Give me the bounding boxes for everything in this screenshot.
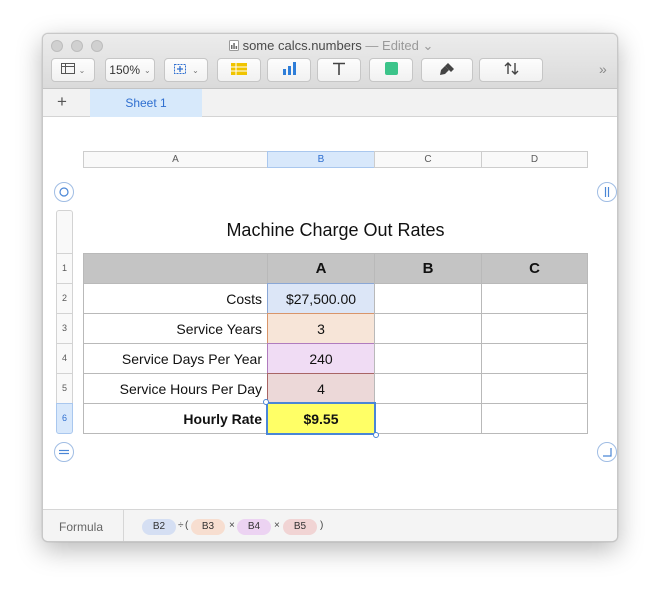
shape-icon <box>384 62 398 78</box>
insert-button[interactable]: ⌄ <box>164 58 208 82</box>
zoom-value: 150% <box>109 63 140 77</box>
label-cell-hourly-rate[interactable]: Hourly Rate <box>83 403 268 434</box>
empty-cell[interactable] <box>374 283 482 314</box>
value-cell-costs[interactable]: $27,500.00 <box>267 283 375 314</box>
formula-paren-open: ( <box>185 520 189 531</box>
shape-button[interactable] <box>369 58 413 82</box>
chart-icon <box>282 62 297 78</box>
chevron-down-icon: ⌄ <box>192 65 199 75</box>
empty-cell[interactable] <box>374 403 482 434</box>
selected-cell-hourly-rate[interactable]: $9.55 <box>266 402 376 435</box>
view-button[interactable]: ⌄ <box>51 58 95 82</box>
row-header-1[interactable]: 1 <box>56 253 73 284</box>
document-name: some calcs.numbers <box>242 38 362 53</box>
formula-divider <box>123 510 124 541</box>
zoom-select[interactable]: 150% ⌄ <box>105 58 155 82</box>
column-header-b[interactable]: B <box>267 151 375 168</box>
label-cell-service-years[interactable]: Service Years <box>83 313 268 344</box>
empty-cell[interactable] <box>374 343 482 374</box>
empty-cell[interactable] <box>374 373 482 404</box>
empty-cell[interactable] <box>481 313 588 344</box>
table-select-handle[interactable] <box>54 182 74 202</box>
sort-button[interactable] <box>479 58 543 82</box>
format-button[interactable] <box>421 58 473 82</box>
paintbrush-icon <box>439 62 455 79</box>
column-header-c[interactable]: C <box>374 151 482 168</box>
label-cell-costs[interactable]: Costs <box>83 283 268 314</box>
add-column-handle[interactable] <box>597 182 617 202</box>
header-cell-c[interactable]: C <box>481 253 588 284</box>
title-bar: some calcs.numbers — Edited ⌄ ⌄ 150% ⌄ ⌄ <box>43 34 617 89</box>
formula-token-b2[interactable]: B2 <box>142 519 176 535</box>
value-cell-service-years[interactable]: 3 <box>267 313 375 344</box>
selection-handle-bottom-right[interactable] <box>373 432 379 438</box>
insert-icon <box>173 62 188 78</box>
toolbar-overflow-icon[interactable]: » <box>599 61 607 77</box>
column-header-d[interactable]: D <box>481 151 588 168</box>
table-title[interactable]: Machine Charge Out Rates <box>83 220 588 241</box>
formula-operator-divide: ÷ <box>178 520 184 531</box>
empty-cell[interactable] <box>481 343 588 374</box>
formula-paren-close: ) <box>320 520 324 531</box>
numbers-document-icon <box>228 39 239 54</box>
empty-cell[interactable] <box>481 373 588 404</box>
value-cell-service-days[interactable]: 240 <box>267 343 375 374</box>
empty-cell[interactable] <box>481 403 588 434</box>
header-cell-b[interactable]: B <box>374 253 482 284</box>
value-cell-service-hours[interactable]: 4 <box>267 373 375 404</box>
add-sheet-button[interactable]: + <box>57 92 67 112</box>
chevron-down-icon: ⌄ <box>144 65 151 75</box>
formula-token-b3[interactable]: B3 <box>191 519 225 535</box>
formula-operator-multiply: × <box>274 520 280 531</box>
empty-cell[interactable] <box>481 283 588 314</box>
tab-sheet-1[interactable]: Sheet 1 <box>90 89 202 117</box>
title-chevron-icon: ⌄ <box>422 38 434 53</box>
column-header-a[interactable]: A <box>83 151 268 168</box>
label-cell-service-hours[interactable]: Service Hours Per Day <box>83 373 268 404</box>
resize-table-handle[interactable] <box>597 442 617 462</box>
row-header-3[interactable]: 3 <box>56 313 73 344</box>
row-header-top <box>56 210 73 254</box>
selection-handle-top-left[interactable] <box>263 399 269 405</box>
row-header-4[interactable]: 4 <box>56 343 73 374</box>
window-title[interactable]: some calcs.numbers — Edited ⌄ <box>43 38 617 54</box>
sheet-tab-bar: + Sheet 1 <box>43 89 617 117</box>
text-button[interactable] <box>317 58 361 82</box>
row-header-5[interactable]: 5 <box>56 373 73 404</box>
formula-bar: Formula B2 ÷ ( B3 × B4 × B5 ) <box>43 509 617 541</box>
formula-operator-multiply: × <box>229 520 235 531</box>
formula-token-b5[interactable]: B5 <box>283 519 317 535</box>
edited-status: — Edited <box>365 38 419 53</box>
add-row-handle[interactable] <box>54 442 74 462</box>
header-cell-a[interactable]: A <box>267 253 375 284</box>
table-button[interactable] <box>217 58 261 82</box>
formula-label: Formula <box>59 520 104 534</box>
row-header-6[interactable]: 6 <box>56 403 73 434</box>
label-cell-service-days[interactable]: Service Days Per Year <box>83 343 268 374</box>
sidebar-view-icon <box>60 63 75 77</box>
table-icon <box>231 62 247 78</box>
text-icon <box>332 62 346 79</box>
sort-arrows-icon <box>504 62 519 78</box>
header-cell-label[interactable] <box>83 253 268 284</box>
chevron-down-icon: ⌄ <box>78 65 86 75</box>
formula-token-b4[interactable]: B4 <box>237 519 271 535</box>
chart-button[interactable] <box>267 58 311 82</box>
row-header-2[interactable]: 2 <box>56 283 73 314</box>
empty-cell[interactable] <box>374 313 482 344</box>
